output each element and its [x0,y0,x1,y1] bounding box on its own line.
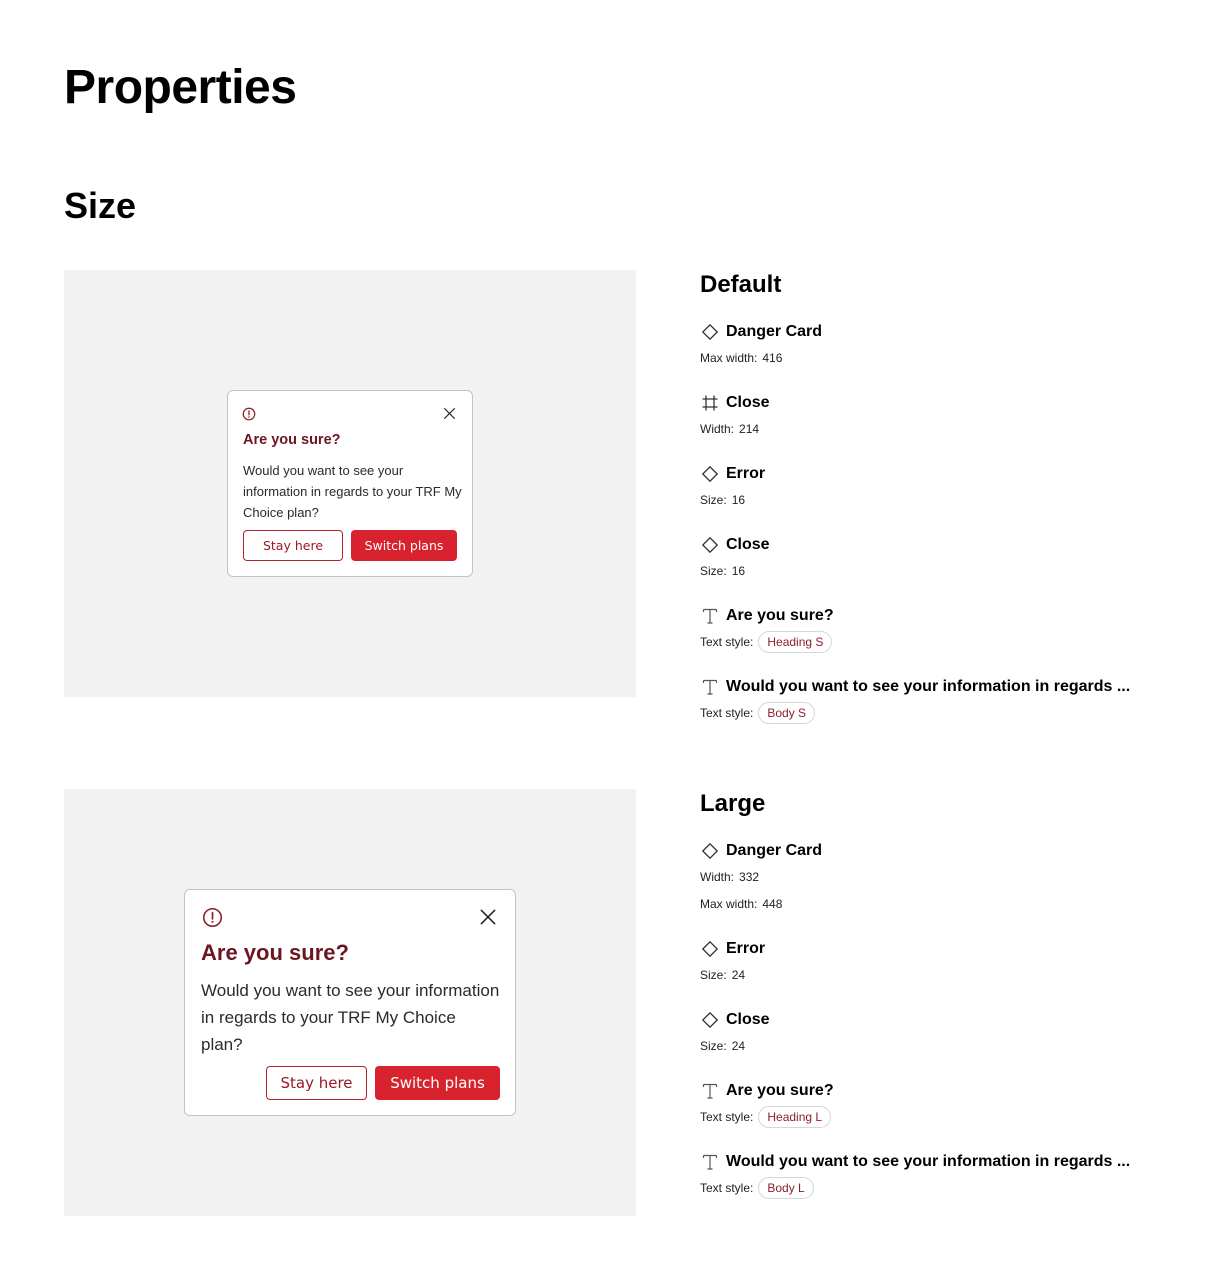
prop-key: Text style: [700,1180,754,1195]
prop-name: Danger Card [726,323,823,340]
card-heading: Are you sure? [243,432,341,448]
text-style-pill[interactable]: Body L [758,1176,814,1199]
prop-key: Size: [700,967,727,982]
prop-error: Error Size: 24 [700,937,1180,988]
prop-value: 214 [739,421,760,436]
switch-plans-button[interactable]: Switch plans [375,1066,500,1100]
prop-value: 24 [731,1038,746,1053]
panel-title: Large [700,790,766,817]
component-diamond-icon [700,1010,720,1030]
prop-value: 448 [762,896,783,911]
close-x-icon[interactable] [443,407,456,420]
prop-key: Max width: [700,350,758,365]
component-diamond-icon [700,322,720,342]
prop-close-frame: Close Width: 214 [700,391,1180,442]
stay-here-button[interactable]: Stay here [243,530,343,561]
prop-name: Danger Card [726,842,823,859]
prop-key: Text style: [700,634,754,649]
page-title: Properties [64,61,297,114]
prop-name: Would you want to see your information i… [726,1153,1131,1170]
component-diamond-icon [700,939,720,959]
properties-panel-large: Large Danger Card Width: 332 Max width: 44… [700,789,1180,1221]
text-style-pill[interactable]: Heading L [758,1105,832,1128]
prop-close: Close Size: 16 [700,533,1180,584]
prop-key: Width: [700,421,735,436]
prop-body-text: Would you want to see your information i… [700,675,1180,726]
prop-name: Would you want to see your information i… [726,678,1131,695]
switch-plans-button[interactable]: Switch plans [351,530,457,561]
danger-card-default: Are you sure? Would you want to see your… [227,390,473,577]
prop-key: Size: [700,1038,727,1053]
component-diamond-icon [700,535,720,555]
prop-value: 416 [762,350,783,365]
prop-value: 332 [739,869,760,884]
prop-value: 16 [731,563,746,578]
properties-panel-default: Default Danger Card Max width: 416 Close … [700,270,1180,746]
prop-key: Width: [700,869,735,884]
component-diamond-icon [700,841,720,861]
error-circle-icon [202,907,223,928]
card-actions: Stay here Switch plans [266,1066,500,1100]
prop-name: Close [726,536,770,553]
preview-default: Are you sure? Would you want to see your… [64,270,636,697]
prop-heading-text: Are you sure? Text style: Heading S [700,604,1180,655]
frame-hash-icon [700,393,720,413]
prop-key: Size: [700,492,727,507]
text-t-icon [700,1152,720,1172]
prop-key: Text style: [700,705,754,720]
component-diamond-icon [700,464,720,484]
panel-title: Default [700,271,782,298]
card-actions: Stay here Switch plans [243,530,457,561]
prop-key: Max width: [700,896,758,911]
text-style-pill[interactable]: Body S [758,701,816,724]
prop-name: Close [726,1011,770,1028]
danger-card-large: Are you sure? Would you want to see your… [184,889,516,1116]
text-style-pill[interactable]: Heading S [758,630,833,653]
prop-name: Are you sure? [726,607,834,624]
prop-danger-card: Danger Card Width: 332 Max width: 448 [700,839,1180,917]
prop-close: Close Size: 24 [700,1008,1180,1059]
text-t-icon [700,677,720,697]
text-t-icon [700,1081,720,1101]
stay-here-button[interactable]: Stay here [266,1066,367,1100]
prop-key: Text style: [700,1109,754,1124]
prop-name: Close [726,394,770,411]
card-heading: Are you sure? [201,940,349,965]
prop-danger-card: Danger Card Max width: 416 [700,320,1180,371]
prop-value: 24 [731,967,746,982]
prop-value: 16 [731,492,746,507]
prop-name: Error [726,940,766,957]
error-circle-icon [242,407,256,421]
prop-heading-text: Are you sure? Text style: Heading L [700,1079,1180,1130]
card-body: Would you want to see your information i… [201,981,500,1054]
section-title: Size [64,185,137,226]
prop-key: Size: [700,563,727,578]
prop-name: Error [726,465,766,482]
card-body: Would you want to see your information i… [243,463,462,520]
prop-body-text: Would you want to see your information i… [700,1150,1180,1201]
prop-name: Are you sure? [726,1082,834,1099]
preview-large: Are you sure? Would you want to see your… [64,789,636,1216]
prop-error: Error Size: 16 [700,462,1180,513]
close-x-icon[interactable] [478,907,498,927]
text-t-icon [700,606,720,626]
